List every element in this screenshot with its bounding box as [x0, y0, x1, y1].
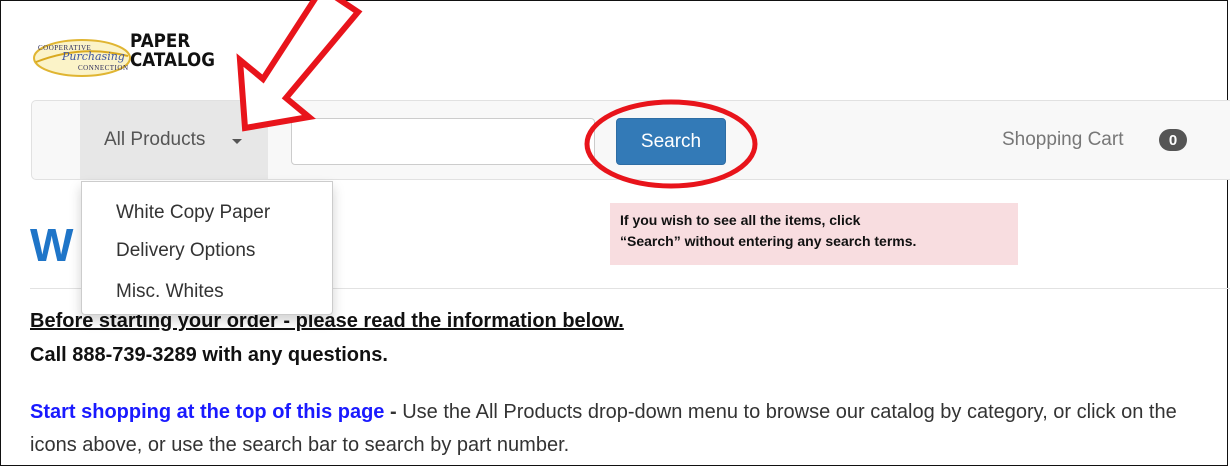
menu-item-misc-whites[interactable]: Misc. Whites: [116, 281, 224, 303]
caret-down-icon[interactable]: [232, 139, 242, 144]
instructions-paragraph: Start shopping at the top of this page -…: [30, 396, 1210, 462]
call-notice: Call 888-739-3289 with any questions.: [30, 344, 388, 366]
paper-catalog-logo[interactable]: COOPERATIVE Purchasing CONNECTION PAPER …: [32, 30, 215, 90]
menu-item-delivery-options[interactable]: Delivery Options: [116, 240, 255, 262]
all-products-label[interactable]: All Products: [104, 129, 205, 151]
note-line2: “Search” without entering any search ter…: [620, 233, 917, 249]
annotation-note: If you wish to see all the items, click …: [610, 203, 1018, 265]
logo-title-line2: CATALOG: [130, 49, 215, 71]
menu-item-white-copy-paper[interactable]: White Copy Paper: [116, 202, 270, 224]
logo-title: PAPER CATALOG: [130, 32, 215, 70]
logo-script: Purchasing: [62, 50, 125, 63]
logo-small-bottom: CONNECTION: [78, 64, 129, 72]
start-shopping-link[interactable]: Start shopping at the top of this page: [30, 401, 384, 423]
shopping-cart-link[interactable]: Shopping Cart: [1002, 129, 1123, 151]
welcome-heading: W: [30, 219, 74, 271]
search-button[interactable]: Search: [616, 118, 726, 165]
all-products-menu: White Copy Paper Delivery Options Misc. …: [81, 181, 333, 315]
cart-count-badge[interactable]: 0: [1159, 129, 1187, 151]
dash-separator: -: [384, 401, 403, 423]
note-line1: If you wish to see all the items, click: [620, 212, 861, 228]
search-input[interactable]: [291, 118, 595, 165]
